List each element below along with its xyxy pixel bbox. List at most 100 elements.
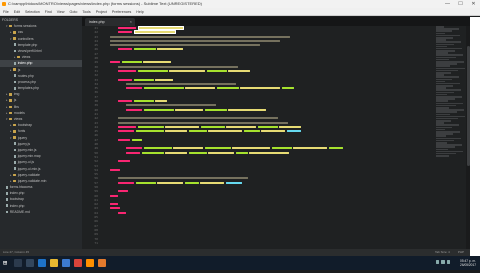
sidebar-item-label: jquery.min.map [17,154,41,159]
menu-bar: File Edit Selection Find View Goto Tools Projec… [0,8,480,16]
sidebar-item[interactable]: README.md [0,209,82,215]
tab-size-indicator[interactable]: Tab Size: 4 [435,249,450,256]
file-icon [14,74,17,78]
sidebar-item-label: jquery-validate.min [17,178,47,183]
code-token [118,177,248,180]
code-token [126,87,142,90]
folder-icon [9,25,13,28]
folder-icon [9,105,13,108]
folder-icon [13,173,17,176]
code-token [110,39,280,42]
folder-icon [9,99,13,102]
clock[interactable]: 05:47 p. m. 26/05/2017 [460,256,476,273]
code-token [157,181,183,184]
menu-view[interactable]: View [57,8,65,15]
clock-date: 26/05/2017 [460,262,476,267]
battery-icon[interactable] [446,260,450,264]
code-token [110,203,118,206]
minimap[interactable] [436,26,466,256]
folder-icon [17,56,21,59]
sidebar-item-label: views [21,55,31,60]
file-explorer-icon[interactable] [50,259,58,267]
minimize-button[interactable]: — [441,0,454,8]
code-token [118,100,132,103]
menu-selection[interactable]: Selection [25,8,40,15]
code-line[interactable] [102,241,432,245]
file-icon [14,62,17,65]
sublime-taskbar-icon[interactable] [86,259,94,267]
edge-browser-icon[interactable] [38,259,46,267]
code-token [131,138,142,141]
chrome-icon[interactable] [74,259,82,267]
menu-file[interactable]: File [3,8,9,15]
maximize-button[interactable]: ☐ [454,0,467,8]
code-token [118,181,134,184]
menu-help[interactable]: Help [136,8,143,15]
sidebar-item-label: forms.htaccess [9,185,33,190]
sidebar-item-label: templates.php [17,86,39,91]
file-icon [6,191,9,195]
code-token [118,117,278,120]
sublime-app-icon [2,2,6,6]
tab-index-php[interactable]: index.php × [85,18,135,26]
code-token [257,125,278,128]
menu-preferences[interactable]: Preferences [112,8,131,15]
code-token [118,160,130,163]
sidebar-item-label: index.php [9,203,25,208]
code-token [188,130,207,133]
close-window-button[interactable]: ✕ [467,0,480,8]
network-icon[interactable] [435,260,439,264]
folder-sidebar: FOLDERS ▾ forms sessions ▸ css ▾ controllers te… [0,17,82,256]
sidebar-item-label: jquery.js [17,141,31,146]
file-icon [6,204,9,208]
folder-icon [9,117,13,121]
code-token [204,108,227,111]
code-token [169,69,205,72]
menu-project[interactable]: Project [96,8,107,15]
code-token [126,104,216,107]
start-button[interactable]: ⊞ [0,256,10,270]
code-token [118,69,136,72]
code-token [204,147,231,150]
code-token [118,211,126,214]
file-icon [14,154,17,158]
code-token [226,125,256,128]
sidebar-item-label: routes.php [17,73,34,78]
code-token [155,100,167,103]
menu-tools[interactable]: Tools [82,8,90,15]
code-token [206,69,227,72]
line-number: 71 [94,240,98,245]
menu-goto[interactable]: Goto [70,8,78,15]
code-token [249,151,289,154]
search-icon[interactable] [14,259,22,267]
code-token [110,194,118,197]
store-icon[interactable] [62,259,70,267]
sidebar-item-label: img [13,92,20,97]
code-area[interactable] [102,26,432,256]
code-token [137,125,164,128]
code-token [110,44,260,47]
folder-icon [9,111,13,115]
code-token [110,61,120,64]
volume-icon[interactable] [441,260,445,264]
code-token [232,147,270,150]
tab-label: index.php [89,20,105,24]
sidebar-item-label: views/perfil.html [17,48,42,53]
menu-edit[interactable]: Edit [14,8,20,15]
task-view-icon[interactable] [26,259,34,267]
code-token [228,69,250,72]
code-token [286,130,301,133]
sidebar-item-label: process.php [17,79,37,84]
code-token [279,125,301,128]
tab-close-icon[interactable]: × [130,18,132,26]
code-token [133,78,154,81]
tab-bar: index.php × [82,17,470,26]
right-margin [470,17,480,256]
syntax-indicator[interactable]: PHP [458,249,464,256]
menu-find[interactable]: Find [45,8,52,15]
sidebar-item-label: index.php [17,61,33,66]
xampp-icon[interactable] [98,259,106,267]
code-token [271,147,292,150]
code-token [133,100,154,103]
code-token [228,108,266,111]
